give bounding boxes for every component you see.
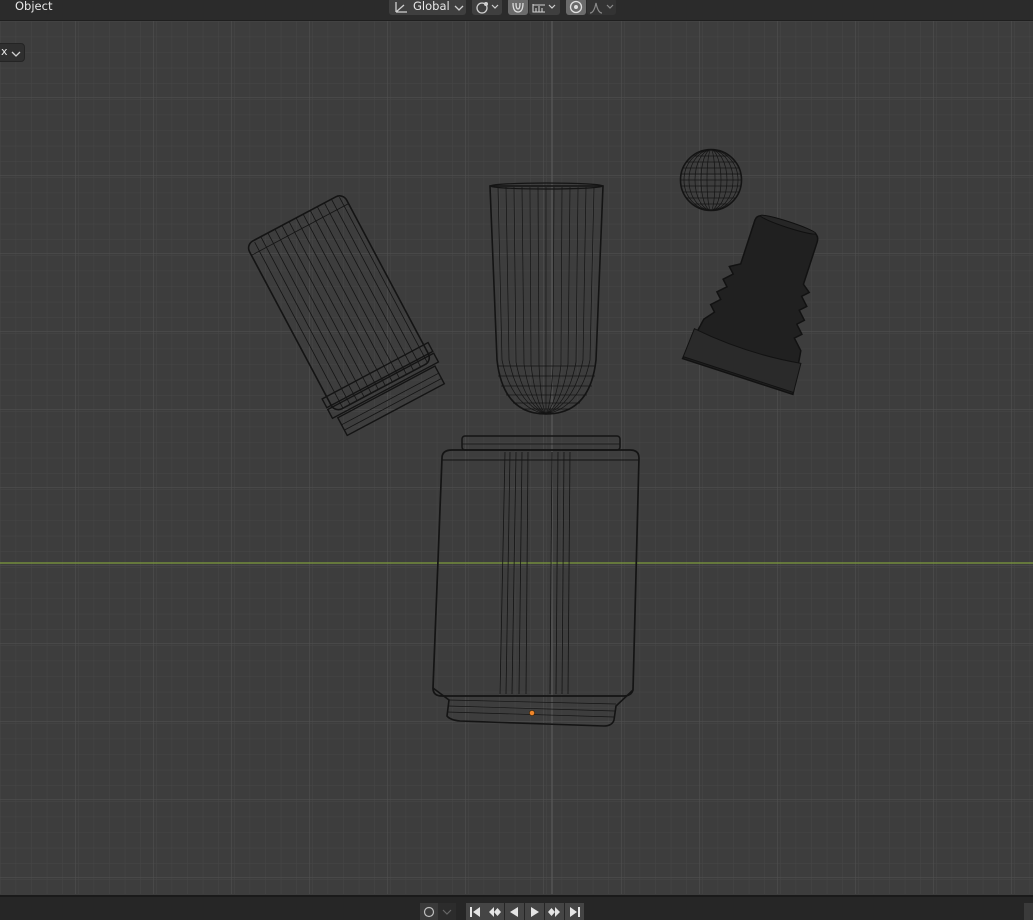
- play-icon: [531, 907, 539, 917]
- 3d-viewport[interactable]: x: [0, 21, 1033, 894]
- viewport-dropdown[interactable]: x: [0, 43, 25, 62]
- transform-orientation-label: Global: [413, 0, 450, 13]
- snap-increment-icon: [532, 4, 556, 13]
- keyframe-record-icon: [423, 906, 435, 918]
- next-keyframe-icon: [548, 907, 560, 917]
- orientation-axes-icon: [395, 2, 407, 13]
- pivot-point-dropdown[interactable]: [472, 0, 502, 15]
- next-keyframe-button[interactable]: [545, 903, 564, 920]
- play-reverse-button[interactable]: [505, 903, 524, 920]
- pivot-point-icon: [476, 2, 499, 14]
- auto-keying-button[interactable]: [420, 903, 438, 920]
- proportional-edit-icon: [569, 0, 583, 14]
- jump-to-start-button[interactable]: [466, 903, 485, 920]
- jump-to-end-button[interactable]: [565, 903, 584, 920]
- timeline-scroll-handle[interactable]: [1024, 903, 1033, 920]
- snap-target-dropdown[interactable]: [529, 0, 560, 15]
- major-grid: [0, 21, 1033, 894]
- origin-point: [529, 710, 535, 716]
- viewport-canvas[interactable]: [0, 21, 1033, 894]
- previous-keyframe-icon: [489, 907, 501, 917]
- chevron-down-icon: [454, 5, 464, 11]
- transform-orientation-dropdown[interactable]: Global: [389, 0, 466, 15]
- falloff-curve-icon: [589, 2, 614, 14]
- play-reverse-icon: [510, 907, 518, 917]
- viewport-header: Object Global: [0, 0, 1033, 21]
- proportional-falloff-dropdown[interactable]: [587, 0, 616, 15]
- chevron-down-icon: [11, 51, 21, 57]
- proportional-edit-toggle[interactable]: [566, 0, 586, 15]
- viewport-dropdown-label: x: [1, 45, 8, 58]
- snap-toggle-button[interactable]: [508, 0, 528, 15]
- chevron-down-icon: [442, 909, 452, 915]
- jump-to-start-icon: [470, 907, 480, 917]
- jump-to-end-icon: [570, 907, 580, 917]
- mode-selector[interactable]: Object: [15, 0, 52, 13]
- timeline-bar: [0, 895, 1033, 920]
- auto-keying-dropdown[interactable]: [438, 903, 456, 920]
- snap-magnet-icon: [512, 2, 524, 13]
- play-button[interactable]: [525, 903, 544, 920]
- previous-keyframe-button[interactable]: [485, 903, 504, 920]
